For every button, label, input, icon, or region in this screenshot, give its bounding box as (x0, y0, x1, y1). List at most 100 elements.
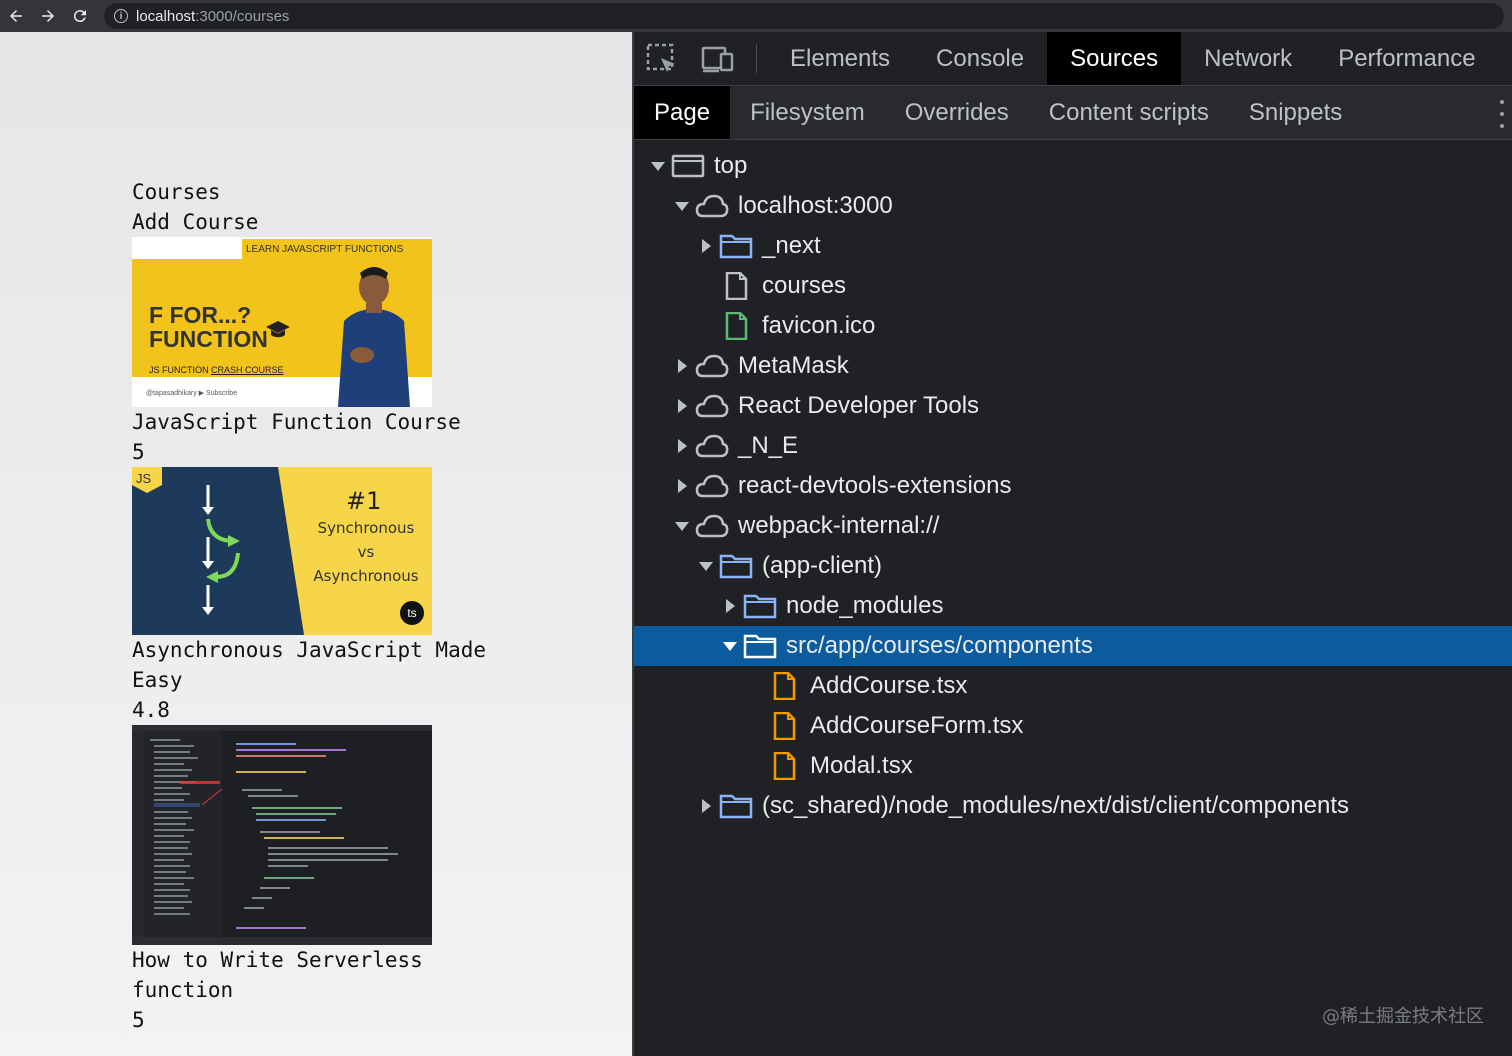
js-badge: JS (136, 471, 152, 486)
reload-icon (73, 10, 86, 23)
presenter-image (338, 267, 410, 407)
course-thumbnail (132, 725, 432, 945)
frame-icon (670, 151, 706, 181)
course-rating: 5 (132, 1008, 145, 1032)
grad-cap-icon (266, 321, 290, 338)
back-button[interactable] (0, 0, 32, 32)
tree-item-label: _N_E (738, 432, 799, 459)
tree-item-react-devtools[interactable]: React Developer Tools (634, 386, 1512, 426)
tree-item-metamask[interactable]: MetaMask (634, 346, 1512, 386)
tree-item-label: MetaMask (738, 352, 849, 379)
tab-sources[interactable]: Sources (1047, 32, 1182, 85)
tree-item-next[interactable]: _next (634, 226, 1512, 266)
cloud-icon (694, 431, 730, 461)
script-file-icon (766, 711, 802, 741)
tree-item-label: (sc_shared)/node_modules/next/dist/clien… (762, 792, 1349, 819)
address-bar[interactable]: i localhost:3000/courses (104, 3, 1504, 29)
collapsed-arrow-icon[interactable] (674, 478, 690, 494)
inspect-element-button[interactable] (634, 32, 690, 85)
thumbnail-subtitle: JS FUNCTION CRASH COURSE (149, 365, 284, 375)
collapsed-arrow-icon[interactable] (674, 398, 690, 414)
course-thumbnail: LEARN JAVASCRIPT FUNCTIONS F FOR...? FUN… (132, 237, 432, 407)
folder-icon (718, 231, 754, 261)
subtab-snippets[interactable]: Snippets (1229, 86, 1362, 139)
document-icon (718, 271, 754, 301)
cloud-icon (694, 471, 730, 501)
subtab-content-scripts[interactable]: Content scripts (1029, 86, 1229, 139)
script-file-icon (766, 751, 802, 781)
more-options-icon[interactable] (1498, 100, 1506, 128)
tree-item-addcourse-tsx[interactable]: AddCourse.tsx (634, 666, 1512, 706)
course-thumbnail: JS #1 Synchronous vs Asynchronous ts (132, 467, 432, 635)
tree-item-app-client[interactable]: (app-client) (634, 546, 1512, 586)
expanded-arrow-icon[interactable] (650, 158, 666, 174)
tree-item-node-modules[interactable]: node_modules (634, 586, 1512, 626)
cloud-icon (694, 511, 730, 541)
site-info-icon[interactable]: i (114, 9, 128, 23)
tree-item-react-devtools-extensions[interactable]: react-devtools-extensions (634, 466, 1512, 506)
subtab-page[interactable]: Page (634, 86, 731, 139)
tree-item-sc-shared[interactable]: (sc_shared)/node_modules/next/dist/clien… (634, 786, 1512, 826)
subtab-overrides[interactable]: Overrides (885, 86, 1029, 139)
watermark: @稀土掘金技术社区 (1322, 1006, 1484, 1027)
page-viewport: Courses Add Course LEARN JAVASCRIPT FUNC… (0, 32, 632, 1056)
tab-performance[interactable]: Performance (1315, 32, 1498, 85)
sources-navigator-tabs: Page Filesystem Overrides Content script… (634, 86, 1512, 140)
tree-item-label: top (714, 152, 748, 179)
ts-logo: ts (400, 601, 424, 625)
script-file-icon (766, 671, 802, 701)
expanded-arrow-icon[interactable] (722, 638, 738, 654)
thumbnail-word: Asynchronous (313, 567, 419, 585)
reload-button[interactable] (64, 0, 96, 32)
thumbnail-word: vs (357, 543, 375, 561)
file-tree: top localhost:3000 _next courses favicon… (634, 140, 1512, 826)
tree-item-label: react-devtools-extensions (738, 472, 1012, 499)
collapsed-arrow-icon[interactable] (722, 598, 738, 614)
collapsed-arrow-icon[interactable] (674, 438, 690, 454)
thumbnail-number: #1 (346, 487, 382, 515)
course-rating: 5 (132, 440, 145, 464)
tree-item-addcourseform-tsx[interactable]: AddCourseForm.tsx (634, 706, 1512, 746)
forward-button[interactable] (32, 0, 64, 32)
thumbnail-word: Synchronous (317, 519, 415, 537)
tab-network[interactable]: Network (1181, 32, 1315, 85)
device-toolbar-button[interactable] (690, 32, 746, 85)
tab-elements[interactable]: Elements (767, 32, 913, 85)
tree-item-top[interactable]: top (634, 146, 1512, 186)
tree-item-label: React Developer Tools (738, 392, 980, 419)
tree-item-webpack-internal[interactable]: webpack-internal:// (634, 506, 1512, 546)
tree-item-label: localhost:3000 (738, 192, 893, 219)
tree-item-courses[interactable]: courses (634, 266, 1512, 306)
tree-item-favicon[interactable]: favicon.ico (634, 306, 1512, 346)
tab-console[interactable]: Console (913, 32, 1047, 85)
subtab-filesystem[interactable]: Filesystem (730, 86, 885, 139)
thumbnail-footer: @tapasadhikary ▶ Subscribe (146, 390, 238, 397)
expanded-arrow-icon[interactable] (698, 558, 714, 574)
tree-item-label: webpack-internal:// (738, 512, 940, 539)
collapsed-arrow-icon[interactable] (698, 798, 714, 814)
tree-item-localhost[interactable]: localhost:3000 (634, 186, 1512, 226)
tree-item-label: _next (762, 232, 821, 259)
tree-item-n-e[interactable]: _N_E (634, 426, 1512, 466)
collapsed-arrow-icon[interactable] (698, 238, 714, 254)
course-rating: 4.8 (132, 698, 170, 722)
expanded-arrow-icon[interactable] (674, 518, 690, 534)
arrow-left-icon (10, 10, 22, 22)
code-editor-screenshot (132, 725, 432, 945)
devtools-main-tabs: Elements Console Sources Network Perform… (634, 32, 1512, 86)
image-file-icon (718, 311, 754, 341)
tree-item-modal-tsx[interactable]: Modal.tsx (634, 746, 1512, 786)
course-title: Asynchronous JavaScript Made Easy (132, 638, 499, 692)
thumbnail-line: F FOR...? (149, 302, 252, 328)
tree-item-components-folder[interactable]: src/app/courses/components (634, 626, 1512, 666)
thumbnail-subtitle-link: CRASH COURSE (211, 365, 284, 375)
thumbnail-subtitle-prefix: JS FUNCTION (149, 365, 211, 375)
expanded-arrow-icon[interactable] (674, 198, 690, 214)
thumbnail-headline: F FOR...? FUNCTION (149, 303, 268, 351)
add-course-link[interactable]: Add Course (132, 207, 492, 237)
tree-item-label: src/app/courses/components (786, 632, 1093, 659)
browser-toolbar: i localhost:3000/courses (0, 0, 1512, 32)
collapsed-arrow-icon[interactable] (674, 358, 690, 374)
url-host: localhost (136, 7, 196, 25)
course-title: JavaScript Function Course (132, 410, 461, 434)
